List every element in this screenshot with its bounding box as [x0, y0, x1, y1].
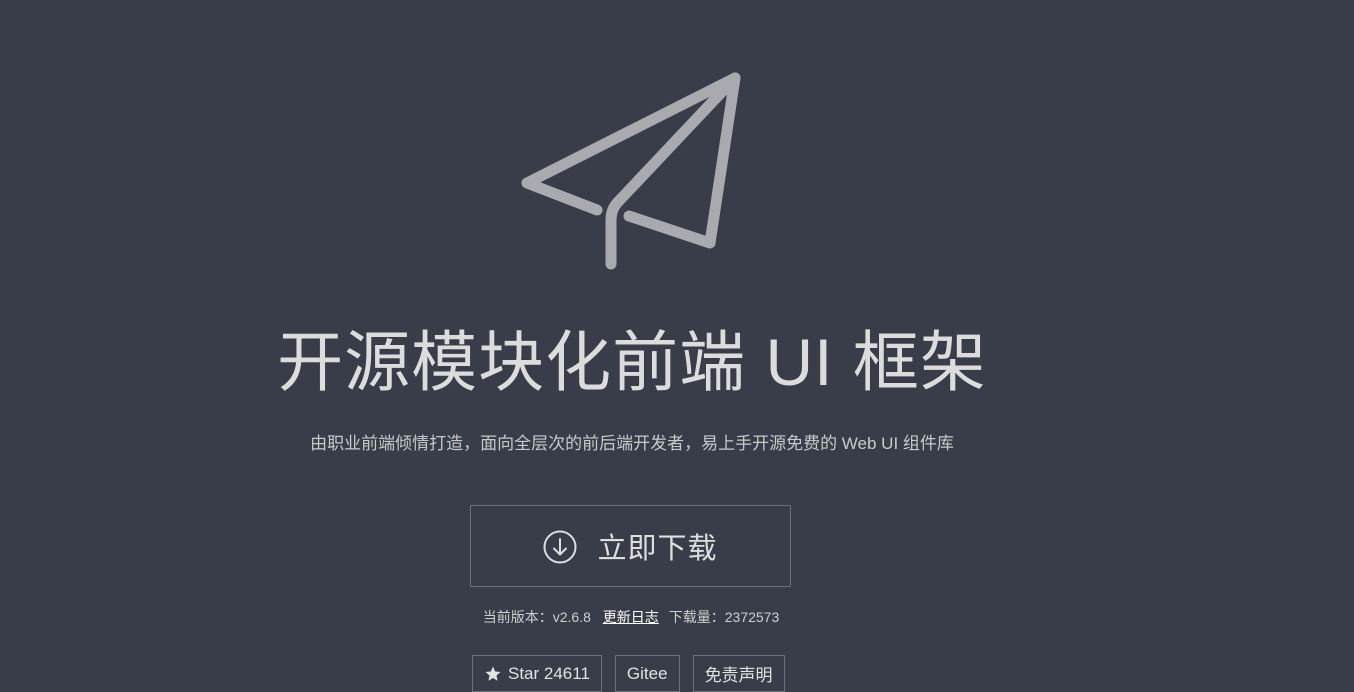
disclaimer-label: 免责声明 [704, 666, 773, 685]
hero-section: 开源模块化前端 UI 框架 由职业前端倾情打造，面向全层次的前后端开发者，易上手… [0, 0, 1354, 692]
star-count-label: Star 24611 [508, 663, 590, 683]
disclaimer-button[interactable]: 免责声明 [692, 655, 785, 692]
downloads-label: 下载量： [668, 609, 725, 625]
changelog-link[interactable]: 更新日志 [603, 609, 659, 625]
downloads-count: 2372573 [724, 609, 780, 625]
page-subtitle: 由职业前端倾情打造，面向全层次的前后端开发者，易上手开源免费的 Web UI 组… [310, 434, 954, 453]
version-info: 当前版本：v2.6.8 更新日志 下载量：2372573 [0, 607, 1262, 627]
github-star-button[interactable]: Star 24611 [472, 655, 602, 692]
download-button-label: 立即下载 [597, 533, 718, 565]
badge-row: Star 24611 Gitee 免责声明 [472, 655, 785, 692]
gitee-button[interactable]: Gitee [614, 655, 680, 692]
paper-plane-icon [521, 72, 741, 270]
star-icon [485, 666, 501, 681]
page-title: 开源模块化前端 UI 框架 [277, 325, 987, 399]
download-circle-icon [543, 530, 577, 564]
download-button[interactable]: 立即下载 [470, 505, 791, 587]
version-number: v2.6.8 [552, 609, 591, 625]
gitee-label: Gitee [626, 663, 668, 683]
version-label: 当前版本： [482, 609, 553, 625]
